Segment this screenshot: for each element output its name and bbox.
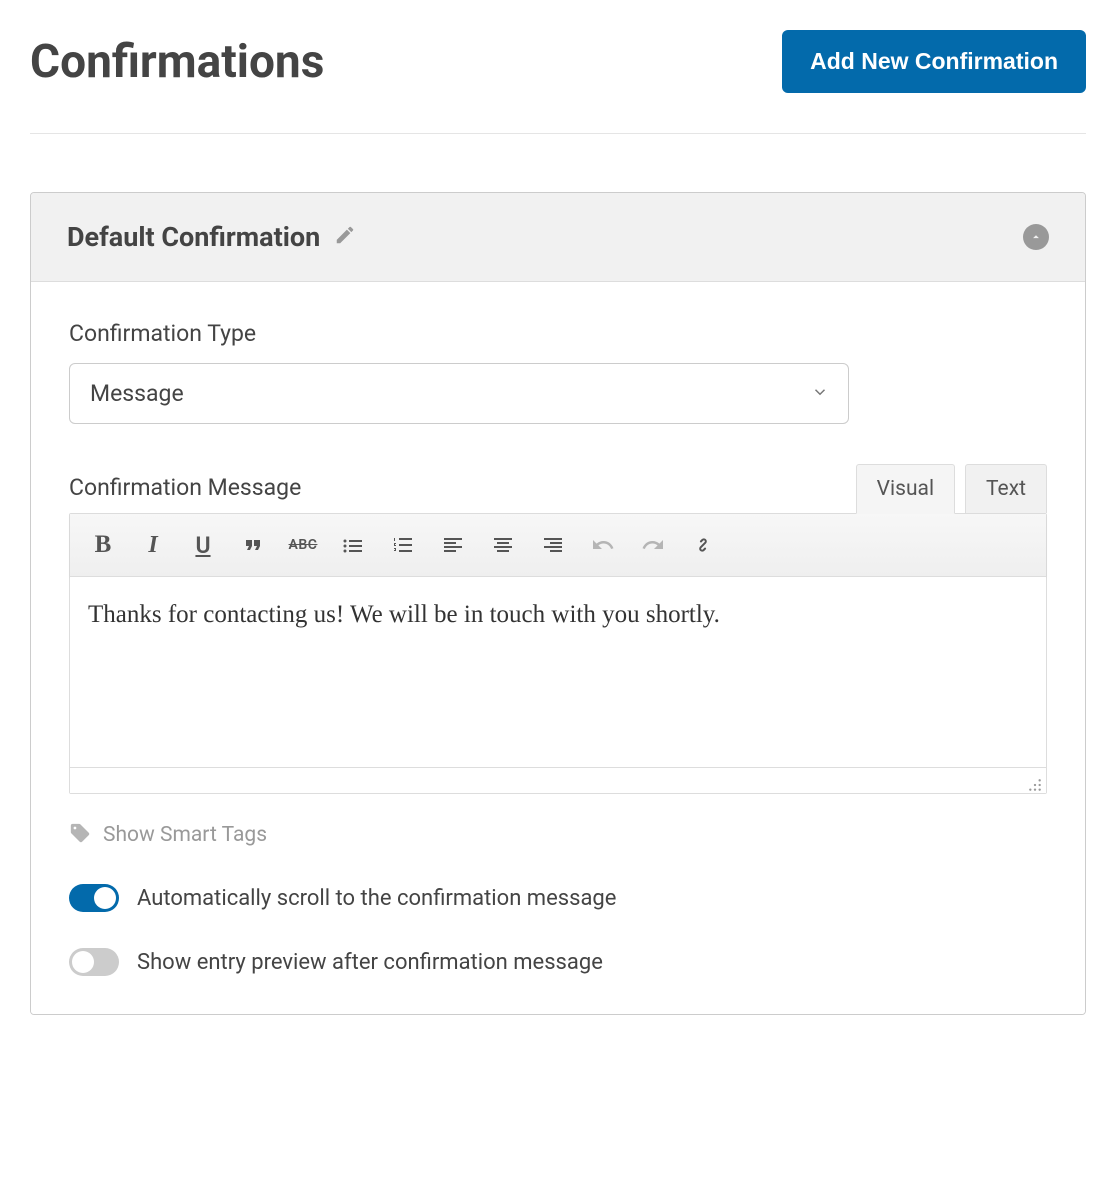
confirmation-message-label: Confirmation Message: [69, 474, 301, 501]
numbered-list-button[interactable]: [380, 522, 426, 568]
tab-text[interactable]: Text: [965, 464, 1047, 513]
message-textarea[interactable]: Thanks for contacting us! We will be in …: [70, 577, 1046, 767]
editor-statusbar: [70, 767, 1046, 793]
editor-toolbar: B I U ABC: [70, 514, 1046, 577]
toggle-knob: [72, 951, 94, 973]
tab-visual[interactable]: Visual: [856, 464, 955, 514]
panel-header-left: Default Confirmation: [67, 221, 356, 253]
page-header: Confirmations Add New Confirmation: [30, 30, 1086, 134]
bulleted-list-button[interactable]: [330, 522, 376, 568]
strikethrough-button[interactable]: ABC: [280, 522, 326, 568]
smart-tags-label: Show Smart Tags: [103, 823, 267, 847]
panel-header[interactable]: Default Confirmation: [31, 193, 1085, 282]
entry-preview-label: Show entry preview after confirmation me…: [137, 950, 603, 975]
confirmation-type-select-wrapper: Message: [69, 363, 849, 424]
message-editor: B I U ABC: [69, 513, 1047, 794]
show-smart-tags-link[interactable]: Show Smart Tags: [69, 822, 1047, 848]
blockquote-button[interactable]: [230, 522, 276, 568]
auto-scroll-toggle[interactable]: [69, 884, 119, 912]
underline-button[interactable]: U: [180, 522, 226, 568]
chevron-up-icon[interactable]: [1023, 224, 1049, 250]
undo-button[interactable]: [580, 522, 626, 568]
link-button[interactable]: [680, 522, 726, 568]
redo-button[interactable]: [630, 522, 676, 568]
align-left-button[interactable]: [430, 522, 476, 568]
align-right-button[interactable]: [530, 522, 576, 568]
editor-tabs: Visual Text: [856, 464, 1047, 513]
confirmation-panel: Default Confirmation Confirmation Type M…: [30, 192, 1086, 1015]
tag-icon: [69, 822, 91, 848]
align-center-button[interactable]: [480, 522, 526, 568]
entry-preview-toggle[interactable]: [69, 948, 119, 976]
toggle-knob: [94, 887, 116, 909]
add-confirmation-button[interactable]: Add New Confirmation: [782, 30, 1086, 93]
bold-button[interactable]: B: [80, 522, 126, 568]
panel-body: Confirmation Type Message Confirmation M…: [31, 282, 1085, 1014]
confirmation-type-label: Confirmation Type: [69, 320, 1047, 347]
entry-preview-toggle-row: Show entry preview after confirmation me…: [69, 948, 1047, 976]
panel-title: Default Confirmation: [67, 221, 320, 253]
page-title: Confirmations: [30, 35, 324, 89]
resize-handle-icon[interactable]: [1028, 777, 1042, 791]
auto-scroll-label: Automatically scroll to the confirmation…: [137, 886, 616, 911]
italic-button[interactable]: I: [130, 522, 176, 568]
message-label-row: Confirmation Message Visual Text: [69, 464, 1047, 513]
auto-scroll-toggle-row: Automatically scroll to the confirmation…: [69, 884, 1047, 912]
confirmation-type-select[interactable]: Message: [69, 363, 849, 424]
pencil-icon[interactable]: [334, 224, 356, 250]
